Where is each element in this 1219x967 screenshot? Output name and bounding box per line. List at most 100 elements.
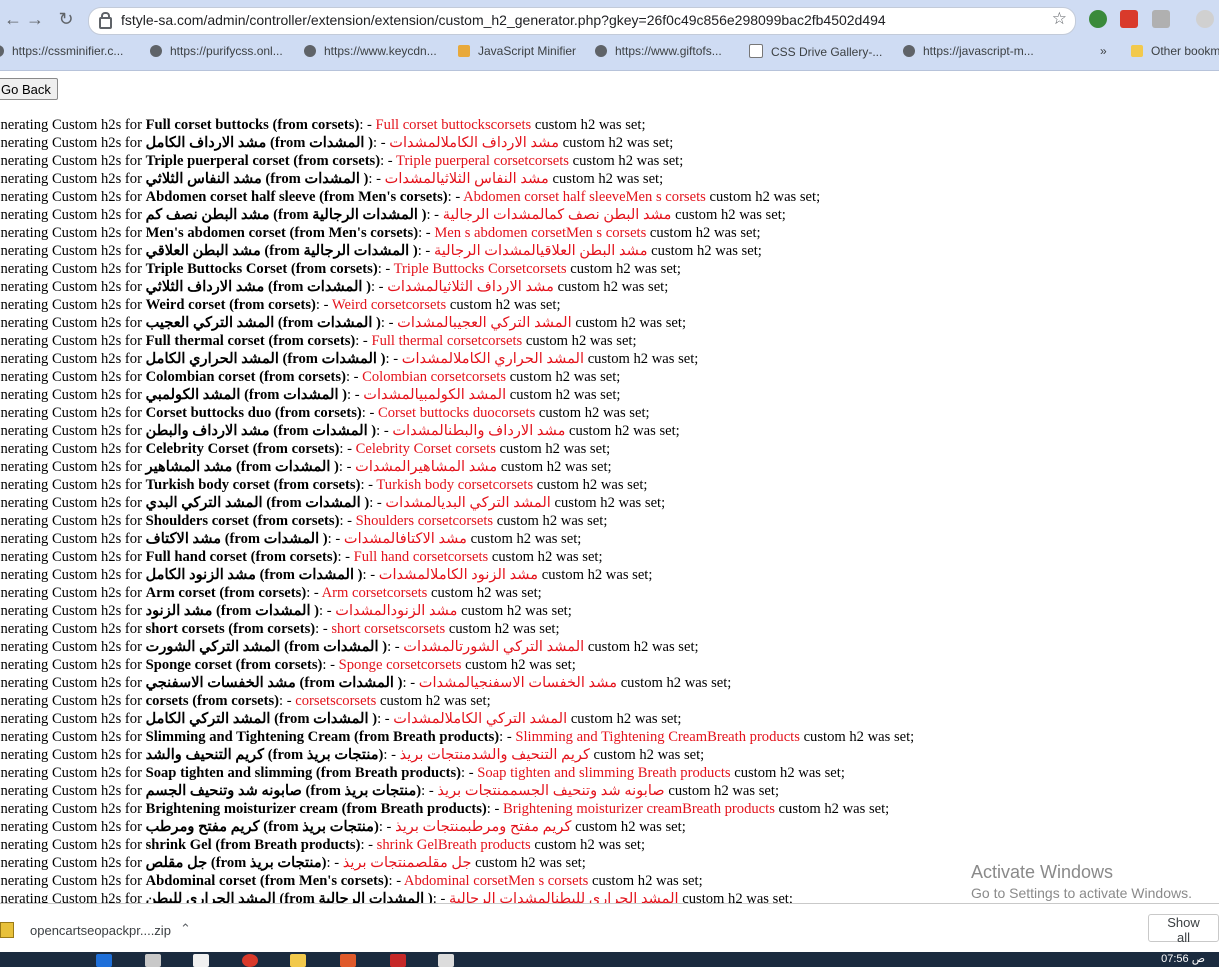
- go-back-button[interactable]: Go Back: [0, 78, 58, 100]
- log-suffix: custom h2 was set;: [530, 837, 645, 853]
- address-bar[interactable]: fstyle-sa.com/admin/controller/extension…: [88, 7, 1076, 35]
- log-product-name: المشد الحراري الكامل (from المشدات ): [145, 351, 386, 367]
- log-line: enerating Custom h2s for مشد الارداف وال…: [0, 422, 1219, 440]
- log-line: enerating Custom h2s for مشد الاكتاف (fr…: [0, 530, 1219, 548]
- log-separator: : -: [368, 171, 385, 187]
- log-result: مشد البطن نصف كمالمشدات الرجالية: [442, 207, 672, 223]
- taskbar-app-icon[interactable]: [96, 954, 112, 967]
- log-separator: : -: [418, 225, 435, 241]
- bookmark-item[interactable]: https://www.giftofs...: [595, 44, 722, 58]
- log-prefix: enerating Custom h2s for: [0, 783, 146, 799]
- forward-arrow-icon[interactable]: →: [22, 6, 48, 32]
- log-line: enerating Custom h2s for Slimming and Ti…: [0, 728, 1219, 746]
- taskbar-app-icon[interactable]: [438, 954, 454, 967]
- bookmark-item[interactable]: JavaScript Minifier: [458, 44, 576, 58]
- log-prefix: enerating Custom h2s for: [0, 477, 146, 493]
- log-product-name: Full hand corset (from corsets): [145, 549, 338, 565]
- log-product-name: جل مقلص (from منتجات بريذ): [145, 855, 327, 871]
- log-separator: : -: [362, 567, 379, 583]
- log-separator: : -: [421, 783, 438, 799]
- log-line: enerating Custom h2s for مشد الارداف الك…: [0, 134, 1219, 152]
- log-suffix: custom h2 was set;: [730, 765, 845, 781]
- log-suffix: custom h2 was set;: [664, 783, 779, 799]
- log-prefix: enerating Custom h2s for: [0, 873, 146, 889]
- log-separator: : -: [345, 369, 363, 385]
- windows-taskbar: 07:56 ص: [0, 952, 1219, 967]
- log-result: Abdomen corset half sleeveMen s corsets: [463, 189, 706, 205]
- log-line: enerating Custom h2s for short corsets (…: [0, 620, 1219, 638]
- log-separator: : -: [315, 621, 332, 637]
- log-product-name: Arm corset (from corsets): [145, 585, 307, 601]
- log-result: مشد البطن العلاقيالمشدات الرجالية: [433, 243, 648, 259]
- log-line: enerating Custom h2s for مشد الخفسات الا…: [0, 674, 1219, 692]
- taskbar-app-icon[interactable]: [340, 954, 356, 967]
- log-result: Arm corsetcorsets: [321, 585, 428, 601]
- chevron-up-icon[interactable]: ⌃: [180, 921, 191, 937]
- log-separator: : -: [279, 693, 296, 709]
- log-line: enerating Custom h2s for Sponge corset (…: [0, 656, 1219, 674]
- log-prefix: enerating Custom h2s for: [0, 711, 146, 727]
- folder-taskbar-icon[interactable]: [290, 954, 306, 967]
- extension-red-icon[interactable]: [1120, 10, 1138, 28]
- log-suffix: custom h2 was set;: [488, 549, 603, 565]
- log-separator: : -: [461, 765, 478, 781]
- log-product-name: مشد البطن نصف كم (from المشدات الرجالية …: [145, 207, 427, 223]
- log-product-name: Men's abdomen corset (from Men's corsets…: [145, 225, 419, 241]
- log-suffix: custom h2 was set;: [535, 405, 650, 421]
- bookmark-item[interactable]: https://cssminifier.c...: [0, 44, 123, 58]
- bookmark-star-icon[interactable]: ☆: [1052, 9, 1067, 29]
- log-separator: : -: [387, 639, 404, 655]
- taskbar-app-icon[interactable]: [145, 954, 161, 967]
- bookmark-item[interactable]: https://javascript-m...: [903, 44, 1034, 58]
- log-prefix: enerating Custom h2s for: [0, 729, 146, 745]
- log-result: المشد الكولمبيالمشدات: [363, 387, 507, 403]
- log-line: enerating Custom h2s for مشد البطن نصف ك…: [0, 206, 1219, 224]
- log-suffix: custom h2 was set;: [571, 819, 686, 835]
- chrome-taskbar-icon[interactable]: [242, 954, 258, 967]
- log-suffix: custom h2 was set;: [461, 657, 576, 673]
- log-separator: : -: [380, 153, 397, 169]
- profile-avatar-icon[interactable]: [1196, 10, 1214, 28]
- bookmark-item[interactable]: https://purifycss.onl...: [150, 44, 283, 58]
- log-separator: : -: [339, 513, 356, 529]
- page-content: Go Back enerating Custom h2s for Full co…: [0, 71, 1219, 903]
- log-prefix: enerating Custom h2s for: [0, 891, 146, 903]
- extension-grey-icon[interactable]: [1152, 10, 1170, 28]
- url-text[interactable]: fstyle-sa.com/admin/controller/extension…: [121, 12, 886, 28]
- log-product-name: المشد التركي الكامل (from المشدات ): [145, 711, 378, 727]
- log-result: صابونه شد وتنحيف الجسممنتجات بريذ: [437, 783, 665, 799]
- taskbar-app-icon[interactable]: [390, 954, 406, 967]
- log-product-name: corsets (from corsets): [145, 693, 280, 709]
- log-product-name: مشد الزنود الكامل (from المشدات ): [145, 567, 363, 583]
- log-result: كريم مفتح ومرطبمنتجات بريذ: [395, 819, 572, 835]
- log-suffix: custom h2 was set;: [506, 369, 621, 385]
- log-line: enerating Custom h2s for المشد التركي ال…: [0, 638, 1219, 656]
- bookmark-item[interactable]: https://www.keycdn...: [304, 44, 437, 58]
- js-icon: [458, 45, 470, 57]
- reload-icon[interactable]: ↻: [53, 6, 79, 32]
- log-suffix: custom h2 was set;: [538, 567, 653, 583]
- bookmark-item[interactable]: CSS Drive Gallery-...: [749, 44, 882, 59]
- log-prefix: enerating Custom h2s for: [0, 747, 146, 763]
- download-item[interactable]: opencartseopackpr....zip ⌃: [0, 912, 200, 946]
- bookmarks-overflow-chevron-icon[interactable]: »: [1100, 44, 1107, 58]
- log-product-name: Corset buttocks duo (from corsets): [145, 405, 362, 421]
- taskbar-app-icon[interactable]: [193, 954, 209, 967]
- log-separator: : -: [339, 441, 356, 457]
- log-line: enerating Custom h2s for المشد التركي ال…: [0, 710, 1219, 728]
- bookmark-folder-other[interactable]: Other bookm: [1131, 44, 1219, 58]
- log-result: Men s abdomen corsetMen s corsets: [434, 225, 647, 241]
- extension-globe-icon[interactable]: [1089, 10, 1107, 28]
- log-prefix: enerating Custom h2s for: [0, 441, 146, 457]
- css-drive-icon: [749, 44, 763, 58]
- log-result: المشد التركي الكاملالمشدات: [393, 711, 568, 727]
- log-separator: : -: [388, 873, 404, 889]
- log-line: enerating Custom h2s for Shoulders corse…: [0, 512, 1219, 530]
- show-all-button[interactable]: Show all: [1148, 914, 1219, 945]
- log-suffix: custom h2 was set;: [589, 747, 705, 763]
- log-separator: : -: [306, 585, 322, 601]
- log-product-name: مشد المشاهير (from المشدات ): [145, 459, 339, 475]
- download-file-name: opencartseopackpr....zip: [30, 923, 171, 938]
- log-separator: : -: [369, 495, 386, 511]
- log-line: enerating Custom h2s for كريم التنحيف وا…: [0, 746, 1219, 764]
